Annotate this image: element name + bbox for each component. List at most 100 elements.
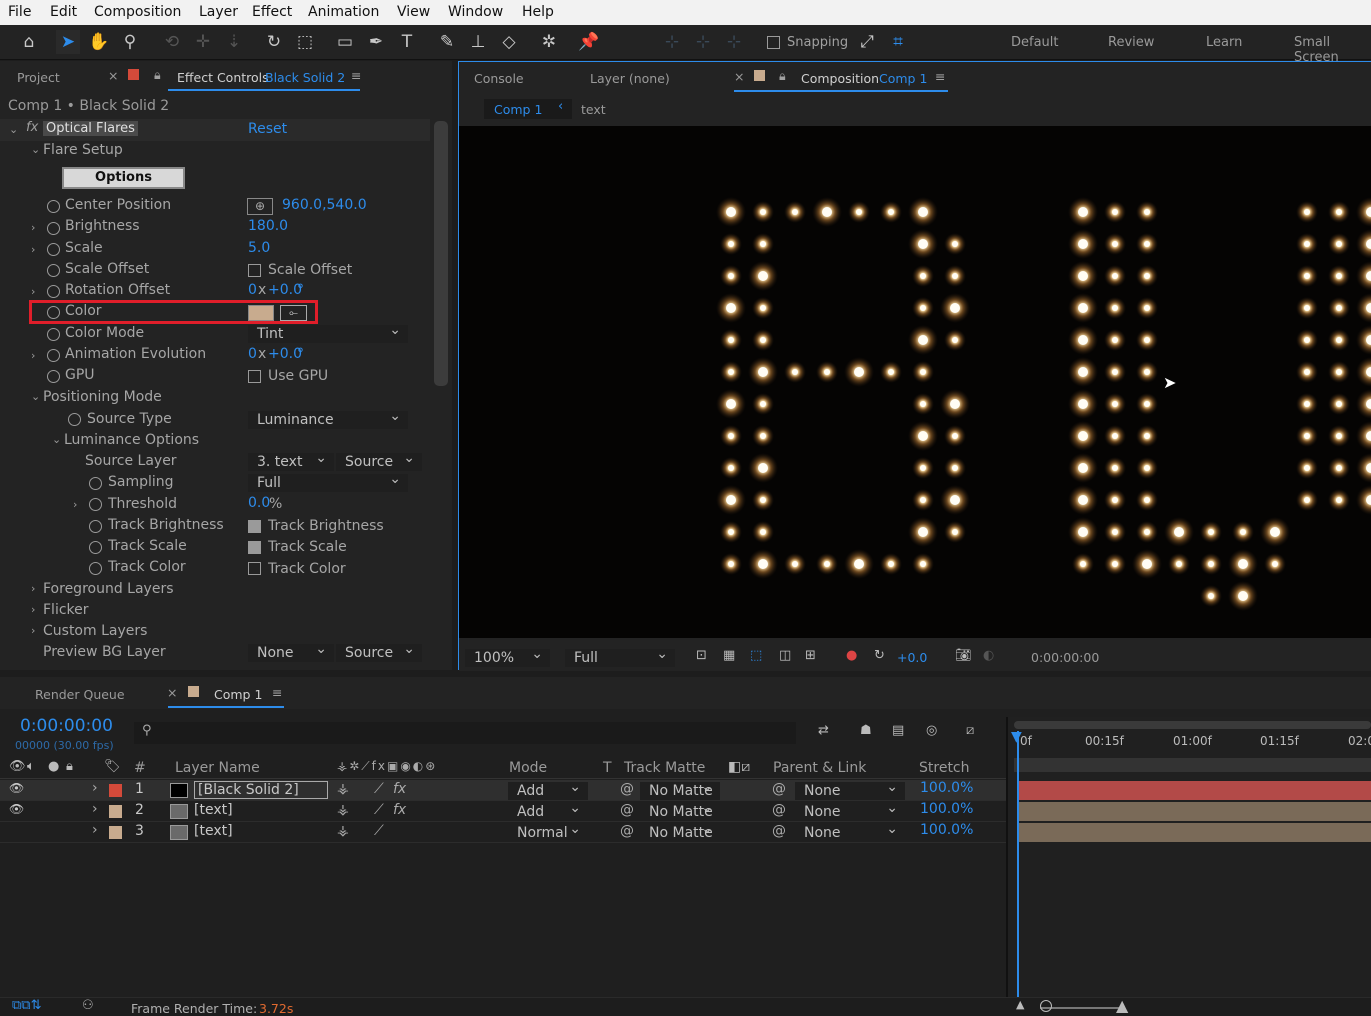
roto-brush-icon[interactable]: ✲ — [537, 30, 561, 54]
work-area-bar[interactable] — [1014, 721, 1371, 729]
tab-effect-layer[interactable]: Black Solid 2 — [265, 70, 345, 85]
layer-bar-1[interactable] — [1018, 781, 1371, 800]
track-brightness-checkbox[interactable] — [248, 520, 261, 533]
clone-stamp-icon[interactable]: ⊥ — [466, 30, 490, 54]
puppet-pin-icon[interactable]: 📌 — [577, 30, 601, 54]
center-position-value[interactable]: 960.0,540.0 — [282, 197, 367, 213]
track-scale-checkbox[interactable] — [248, 541, 261, 554]
footer-toggle-icons[interactable]: ⧉⧉⇅ — [12, 998, 41, 1013]
stopwatch-icon[interactable] — [68, 413, 81, 426]
tab-composition[interactable]: Composition — [801, 71, 879, 86]
transparency-grid-icon[interactable]: ▦ — [723, 648, 735, 663]
layer-row[interactable]: 👁︎ › 2 [text] ⚶ ⟋ fx Add @ No Matte @ None 100.0% — [0, 800, 1007, 822]
graph-editor-icon[interactable]: ⧄ — [966, 723, 974, 738]
exposure-value[interactable]: +0.0 — [897, 650, 927, 665]
stopwatch-icon[interactable] — [47, 328, 60, 341]
lock-icon[interactable]: 🔒︎ — [154, 67, 161, 83]
panel-menu-icon[interactable]: ≡ — [351, 68, 361, 83]
track-matte-pickwhip-icon[interactable]: @ — [620, 802, 634, 818]
rotation-offset-rev[interactable]: 0 — [248, 282, 257, 298]
composition-canvas[interactable]: ➤ — [459, 126, 1371, 638]
flare-setup-group[interactable]: Flare Setup — [43, 142, 123, 158]
layer-name[interactable]: [text] — [194, 802, 233, 818]
stretch-value[interactable]: 100.0% — [920, 822, 973, 838]
tab-console[interactable]: Console — [474, 71, 524, 86]
eyedropper-icon[interactable]: ⟜ — [280, 305, 307, 321]
tab-effect-controls[interactable]: Effect Controls — [177, 70, 269, 85]
zoom-slider[interactable] — [1040, 1007, 1120, 1009]
stopwatch-icon[interactable] — [89, 562, 102, 575]
stopwatch-icon[interactable] — [47, 285, 60, 298]
timeline-graph-area[interactable]: 0f 00:15f 01:00f 01:15f 02:0 ▼ — [1008, 717, 1371, 1016]
menu-effect[interactable]: Effect — [252, 4, 292, 20]
preview-bg-layer-dropdown[interactable]: None — [248, 641, 334, 662]
orbit-camera-icon[interactable]: ⟲ — [160, 30, 184, 54]
timeline-search-input[interactable]: ⚲ — [134, 722, 796, 744]
audio-toggle-icon[interactable]: 🔈︎ — [27, 759, 35, 774]
layer-row[interactable]: 👁︎ › 1 [Black Solid 2] ⚶ ⟋ fx Add @ No Matte @ None… — [0, 779, 1007, 801]
preview-bg-source-dropdown[interactable]: Source — [336, 641, 422, 662]
track-matte-pickwhip-icon[interactable]: @ — [620, 781, 634, 797]
close-icon[interactable]: × — [734, 69, 744, 84]
source-layer-dropdown[interactable]: 3. text — [248, 450, 334, 471]
blend-mode-dropdown[interactable]: Add — [508, 800, 588, 821]
stopwatch-icon[interactable] — [47, 200, 60, 213]
rectangle-tool-icon[interactable]: ▭ — [333, 30, 357, 54]
effect-name[interactable]: Optical Flares — [43, 121, 138, 136]
timeline-timecode[interactable]: 0:00:00:00 — [20, 716, 113, 736]
sampling-dropdown[interactable]: Full — [248, 471, 408, 492]
shy-switch-icon[interactable]: ⚶ — [337, 802, 349, 818]
chevron-down-icon[interactable]: ⌄ — [52, 433, 61, 446]
layer-label-color[interactable] — [109, 784, 122, 797]
parent-dropdown[interactable]: None — [795, 821, 905, 842]
chevron-right-icon[interactable]: › — [31, 221, 35, 234]
workspace-review[interactable]: Review — [1108, 35, 1154, 50]
layer-name[interactable]: [Black Solid 2] — [194, 781, 328, 799]
luminance-options-group[interactable]: Luminance Options — [64, 432, 199, 448]
parent-pickwhip-icon[interactable]: @ — [772, 823, 786, 839]
layer-label-color[interactable] — [109, 826, 122, 839]
stopwatch-icon[interactable] — [47, 306, 60, 319]
safe-margins-icon[interactable]: ◫ — [779, 648, 791, 663]
color-swatch[interactable] — [248, 305, 274, 321]
stopwatch-icon[interactable] — [89, 541, 102, 554]
track-matte-dropdown[interactable]: No Matte — [640, 800, 720, 821]
dolly-camera-icon[interactable]: ⇣ — [222, 30, 246, 54]
parent-pickwhip-icon[interactable]: @ — [772, 781, 786, 797]
menu-window[interactable]: Window — [448, 4, 503, 20]
fx-icon[interactable]: fx — [26, 120, 38, 135]
chevron-down-icon[interactable]: ⌄ — [31, 143, 40, 156]
panel-menu-icon[interactable]: ≡ — [935, 69, 945, 84]
quality-switch-icon[interactable]: ⟋ — [374, 823, 384, 839]
chevron-down-icon[interactable]: ⌄ — [9, 123, 18, 136]
pan-camera-icon[interactable]: ✛ — [191, 30, 215, 54]
label-icon[interactable]: 🏷︎ — [104, 759, 121, 774]
menu-help[interactable]: Help — [522, 4, 554, 20]
stretch-value[interactable]: 100.0% — [920, 780, 973, 796]
chevron-right-icon[interactable]: › — [31, 285, 35, 298]
stopwatch-icon[interactable] — [89, 520, 102, 533]
motion-blur-icon[interactable]: ◎ — [926, 723, 937, 738]
brush-tool-icon[interactable]: ✎ — [435, 30, 459, 54]
mask-visibility-icon[interactable]: ⬚ — [750, 648, 762, 663]
menu-edit[interactable]: Edit — [50, 4, 77, 20]
snap-target-icon[interactable]: ⌗ — [886, 30, 910, 54]
menu-composition[interactable]: Composition — [94, 4, 181, 20]
track-color-checkbox[interactable] — [248, 562, 261, 575]
home-icon[interactable]: ⌂ — [17, 30, 41, 54]
stopwatch-icon[interactable] — [47, 370, 60, 383]
shy-layers-icon[interactable]: ☗ — [860, 723, 872, 738]
panel-menu-icon[interactable]: ≡ — [272, 685, 282, 700]
zoom-slider-handle[interactable] — [1040, 1000, 1052, 1012]
visibility-eye-icon[interactable]: 👁︎ — [9, 781, 24, 795]
menu-animation[interactable]: Animation — [308, 4, 379, 20]
scale-value[interactable]: 5.0 — [248, 240, 270, 256]
layer-label-color[interactable] — [109, 805, 122, 818]
crumb-comp[interactable]: Comp 1 — [494, 102, 542, 117]
stopwatch-icon[interactable] — [89, 477, 102, 490]
chevron-right-icon[interactable]: › — [31, 624, 35, 637]
brightness-value[interactable]: 180.0 — [248, 218, 288, 234]
zoom-dropdown[interactable]: 100% — [465, 646, 550, 667]
lock-column-icon[interactable]: 🔒︎ — [66, 759, 73, 774]
options-button[interactable]: Options — [62, 167, 185, 189]
